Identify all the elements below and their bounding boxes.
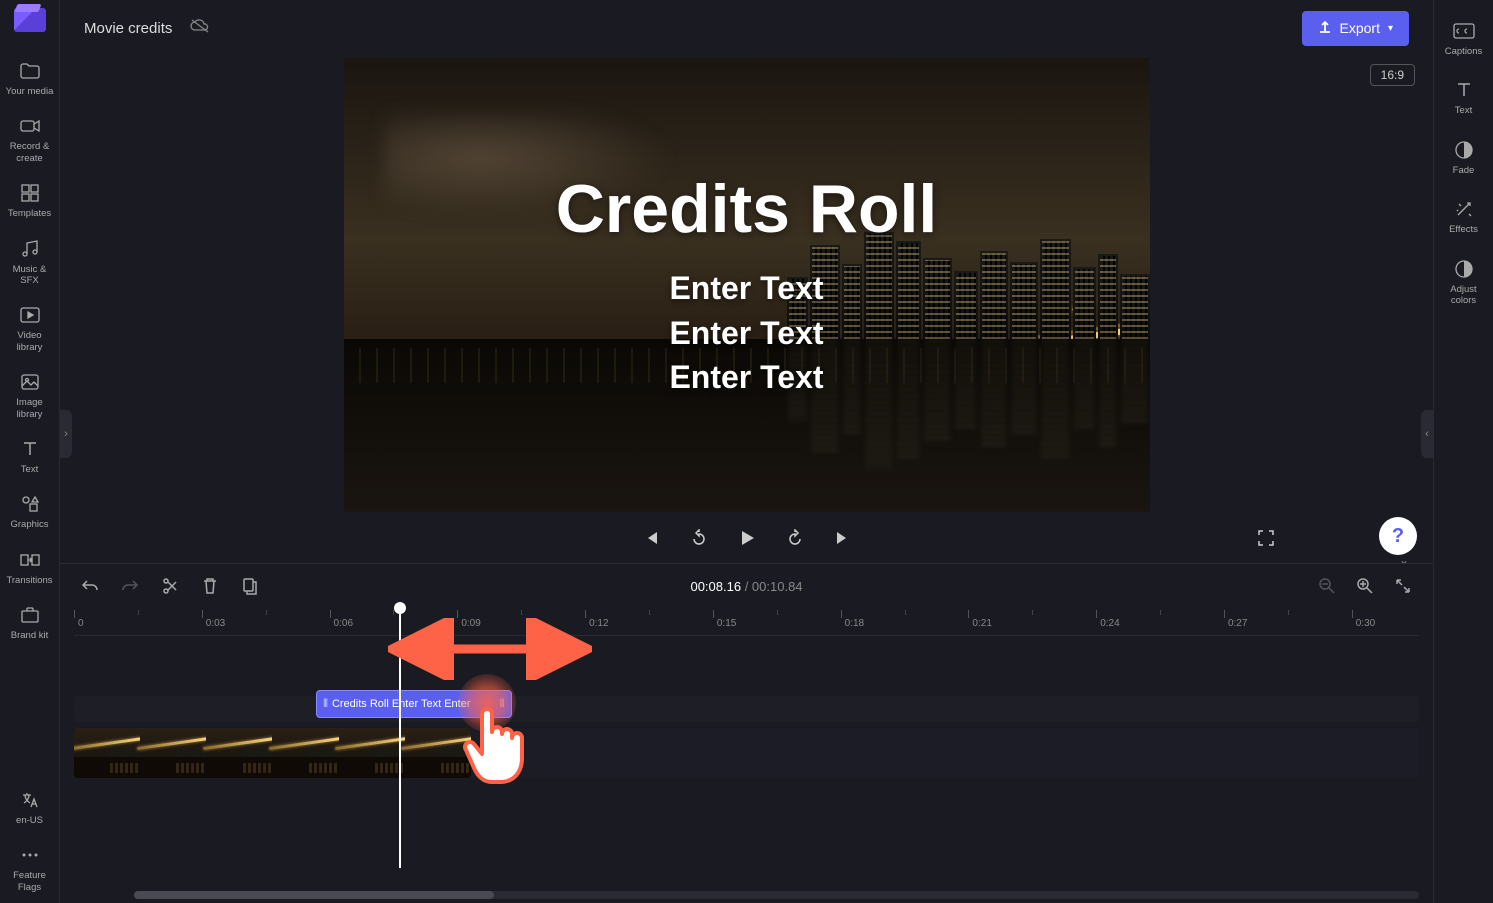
text-icon <box>19 438 41 460</box>
upload-icon <box>1318 20 1332 37</box>
split-button[interactable] <box>158 574 182 598</box>
rnav-label: Effects <box>1449 224 1478 235</box>
nav-label: Image library <box>4 397 56 420</box>
overlay-line: Enter Text <box>669 311 823 356</box>
rnav-adjust-colors[interactable]: Adjust colors <box>1436 248 1492 319</box>
rnav-label: Fade <box>1453 165 1475 176</box>
rnav-text[interactable]: Text <box>1436 69 1492 128</box>
adjust-icon <box>1453 258 1475 280</box>
transitions-icon <box>19 549 41 571</box>
nav-label: Text <box>21 464 38 475</box>
current-time: 00:08.16 <box>690 579 741 594</box>
timeline-ruler[interactable]: 00:030:060:090:120:150:180:210:240:270:3… <box>74 608 1419 636</box>
image-icon <box>19 371 41 393</box>
preview-area: 16:9 Credits Roll Enter Text Enter Text … <box>60 56 1433 563</box>
export-label: Export <box>1340 20 1380 36</box>
timeline-scrollbar[interactable] <box>134 891 1419 899</box>
undo-button[interactable] <box>78 574 102 598</box>
camera-icon <box>19 115 41 137</box>
rnav-captions[interactable]: Captions <box>1436 10 1492 69</box>
folder-icon <box>19 60 41 82</box>
timeline-toolbar: 00:08.16 / 00:10.84 <box>60 564 1433 608</box>
nav-label: Transitions <box>6 575 52 586</box>
nav-label: Your media <box>6 86 54 97</box>
overlay-line: Enter Text <box>669 266 823 311</box>
clip-handle-left[interactable]: ⦀ <box>323 698 327 711</box>
timeline-tracks: ⦀ Credits Roll Enter Text Enter ⦀ <box>74 636 1419 876</box>
text-track[interactable]: ⦀ Credits Roll Enter Text Enter ⦀ <box>74 690 1419 720</box>
effects-icon <box>1453 198 1475 220</box>
nav-music-sfx[interactable]: Music & SFX <box>2 230 58 297</box>
delete-button[interactable] <box>198 574 222 598</box>
nav-feature-flags[interactable]: Feature Flags <box>2 836 58 903</box>
rnav-fade[interactable]: Fade <box>1436 129 1492 188</box>
fit-timeline-button[interactable] <box>1391 574 1415 598</box>
nav-label: Brand kit <box>11 630 49 641</box>
nav-record-create[interactable]: Record & create <box>2 107 58 174</box>
rewind-button[interactable] <box>685 524 713 552</box>
fullscreen-button[interactable] <box>1252 524 1280 552</box>
chevron-down-icon: ▾ <box>1388 23 1393 34</box>
video-track[interactable] <box>74 728 471 778</box>
text-icon <box>1453 79 1475 101</box>
nav-templates[interactable]: Templates <box>2 174 58 229</box>
nav-label: Feature Flags <box>4 870 56 893</box>
app-logo-icon <box>14 8 46 32</box>
skip-end-button[interactable] <box>829 524 857 552</box>
nav-text[interactable]: Text <box>2 430 58 485</box>
nav-graphics[interactable]: Graphics <box>2 485 58 540</box>
left-sidebar: Your media Record & create Templates Mus… <box>0 0 60 903</box>
zoom-out-button[interactable] <box>1315 574 1339 598</box>
language-icon <box>19 789 41 811</box>
preview-canvas[interactable]: Credits Roll Enter Text Enter Text Enter… <box>344 58 1150 512</box>
aspect-ratio-selector[interactable]: 16:9 <box>1370 64 1415 86</box>
rnav-effects[interactable]: Effects <box>1436 188 1492 247</box>
forward-button[interactable] <box>781 524 809 552</box>
rnav-label: Adjust colors <box>1438 284 1490 307</box>
nav-label: en-US <box>16 815 43 826</box>
nav-label: Graphics <box>10 519 48 530</box>
annotation-cursor-icon <box>462 700 528 790</box>
play-button[interactable] <box>733 524 761 552</box>
export-button[interactable]: Export ▾ <box>1302 11 1410 46</box>
nav-brand-kit[interactable]: Brand kit <box>2 596 58 651</box>
annotation-arrow-icon <box>388 618 592 680</box>
nav-label: Video library <box>4 330 56 353</box>
nav-locale[interactable]: en-US <box>2 781 58 836</box>
header: Movie credits Export ▾ <box>60 0 1433 56</box>
timeline: 00:08.16 / 00:10.84 00:030:060:090:120:1… <box>60 563 1433 903</box>
overlay-title: Credits Roll <box>556 170 938 248</box>
captions-icon <box>1453 20 1475 42</box>
redo-button[interactable] <box>118 574 142 598</box>
nav-transitions[interactable]: Transitions <box>2 541 58 596</box>
ellipsis-icon <box>19 844 41 866</box>
templates-icon <box>19 182 41 204</box>
briefcase-icon <box>19 604 41 626</box>
duplicate-button[interactable] <box>238 574 262 598</box>
rnav-label: Text <box>1455 105 1472 116</box>
scrollbar-thumb[interactable] <box>134 891 494 899</box>
nav-label: Music & SFX <box>4 264 56 287</box>
skip-start-button[interactable] <box>637 524 665 552</box>
timeline-time-display: 00:08.16 / 00:10.84 <box>690 579 802 594</box>
nav-label: Templates <box>8 208 51 219</box>
nav-image-library[interactable]: Image library <box>2 363 58 430</box>
right-sidebar: Captions Text Fade Effects Adjust colors <box>1433 0 1493 903</box>
video-library-icon <box>19 304 41 326</box>
cloud-off-icon[interactable] <box>190 18 210 39</box>
transport-controls <box>344 524 1150 552</box>
text-overlay[interactable]: Credits Roll Enter Text Enter Text Enter… <box>344 58 1150 512</box>
graphics-icon <box>19 493 41 515</box>
nav-your-media[interactable]: Your media <box>2 52 58 107</box>
music-icon <box>19 238 41 260</box>
help-button[interactable]: ? <box>1379 517 1417 555</box>
fade-icon <box>1453 139 1475 161</box>
nav-video-library[interactable]: Video library <box>2 296 58 363</box>
nav-label: Record & create <box>4 141 56 164</box>
project-title[interactable]: Movie credits <box>84 20 172 37</box>
overlay-line: Enter Text <box>669 355 823 400</box>
zoom-in-button[interactable] <box>1353 574 1377 598</box>
rnav-label: Captions <box>1445 46 1483 57</box>
